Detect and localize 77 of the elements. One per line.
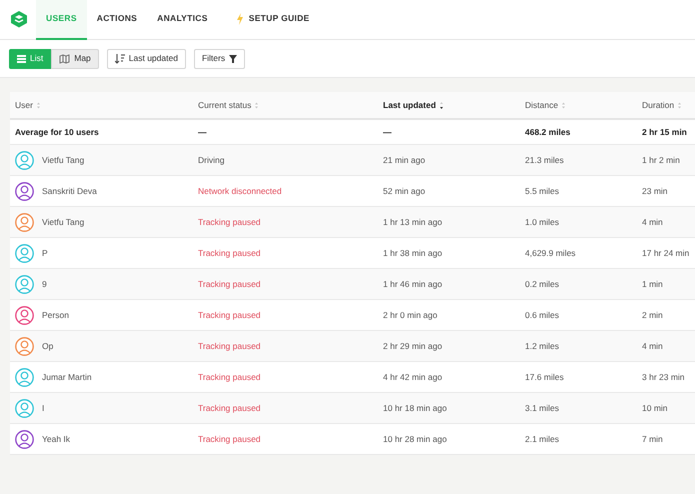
status-text: Tracking paused — [198, 248, 261, 258]
table-cell: 4 min — [642, 340, 663, 351]
status-text: Tracking paused — [198, 434, 261, 444]
table-cell: 2.1 miles — [525, 434, 560, 444]
table-cell: 52 min ago — [383, 186, 426, 196]
filters-button[interactable]: Filters — [194, 48, 246, 68]
status-text: Tracking paused — [198, 278, 261, 289]
table-cell: 7 min — [642, 434, 663, 444]
nav-tab[interactable]: ACTIONS — [86, 0, 148, 40]
sort-desc-icon — [440, 102, 443, 109]
table-cell: 2 hr 29 min ago — [383, 340, 442, 351]
table-cell: 2 hr 0 min ago — [383, 310, 438, 320]
nav-tab[interactable]: SETUP GUIDE — [226, 0, 320, 40]
table-cell: Average for 10 users — [15, 126, 99, 137]
filter-icon — [229, 54, 238, 62]
user-name[interactable]: P — [42, 246, 48, 260]
table-cell: 5.5 miles — [525, 186, 560, 196]
status-text: Tracking paused — [198, 310, 261, 320]
user-name[interactable]: I — [42, 402, 44, 414]
table-cell: 1.0 miles — [525, 216, 560, 227]
table-cell: 4,629.9 miles — [525, 248, 576, 258]
column-header[interactable]: Last updated — [383, 100, 436, 110]
sort-icon — [562, 102, 566, 109]
table-cell: 21.3 miles — [525, 154, 564, 165]
sort-icon — [36, 102, 40, 109]
table-cell: 1 min — [642, 278, 663, 289]
status-text: Tracking paused — [198, 340, 261, 351]
status-text: Network disconnected — [198, 186, 282, 196]
table-cell: 23 min — [642, 186, 668, 196]
sort-icon — [114, 54, 125, 64]
sort-icon — [255, 102, 258, 109]
status-text: Tracking paused — [198, 372, 261, 382]
column-header[interactable]: Duration — [642, 100, 674, 110]
table-cell: 1 hr 2 min — [642, 154, 680, 165]
table-cell: 0.6 miles — [525, 310, 560, 320]
user-name[interactable]: 9 — [42, 278, 47, 290]
table-cell: 2 hr 15 min — [642, 126, 687, 137]
table-cell: 1 hr 38 min ago — [383, 248, 442, 258]
table-cell: 3 hr 23 min — [642, 372, 685, 382]
user-name[interactable]: Jumar Martin — [42, 370, 92, 384]
user-name[interactable]: Yeah Ik — [42, 432, 70, 446]
table-cell: 10 hr 28 min ago — [383, 434, 447, 444]
table-cell: 1 hr 46 min ago — [383, 278, 442, 289]
table-cell: 2 min — [642, 310, 663, 320]
table-cell: 468.2 miles — [525, 126, 570, 137]
column-header[interactable]: Distance — [525, 100, 558, 110]
table-cell: 4 hr 42 min ago — [383, 372, 442, 382]
table-cell: 0.2 miles — [525, 278, 560, 289]
list-icon — [17, 54, 26, 64]
lightning-icon — [236, 12, 244, 24]
table-cell: 4 min — [642, 216, 663, 227]
user-name[interactable]: Vietfu Tang — [42, 154, 84, 166]
table-cell: — — [383, 126, 392, 137]
table-cell: — — [198, 126, 206, 137]
table-cell: 17.6 miles — [525, 372, 564, 382]
user-name[interactable]: Op — [42, 340, 54, 352]
column-header[interactable]: User — [15, 100, 33, 110]
nav-tab[interactable]: ANALYTICS — [147, 0, 218, 40]
sort-button[interactable]: Last updated — [106, 48, 186, 68]
status-text: Driving — [198, 154, 224, 165]
map-icon — [59, 54, 70, 64]
table-cell: 17 hr 24 min — [642, 248, 690, 258]
user-name[interactable]: Vietfu Tang — [42, 216, 84, 228]
column-header[interactable]: Current status — [198, 100, 252, 110]
status-text: Tracking paused — [198, 216, 261, 227]
table-cell: 21 min ago — [383, 154, 426, 165]
sort-icon — [678, 102, 682, 109]
status-text: Tracking paused — [198, 402, 261, 413]
table-cell: 10 min — [642, 402, 668, 413]
user-name[interactable]: Sanskriti Deva — [42, 184, 97, 198]
table-cell: 10 hr 18 min ago — [383, 402, 447, 413]
view-toggle[interactable]: Map — [51, 48, 99, 68]
table-cell: 1.2 miles — [525, 340, 560, 351]
table-cell: 1 hr 13 min ago — [383, 216, 442, 227]
table-cell: 3.1 miles — [525, 402, 560, 413]
user-name[interactable]: Person — [42, 308, 69, 322]
logo-icon — [10, 10, 28, 29]
